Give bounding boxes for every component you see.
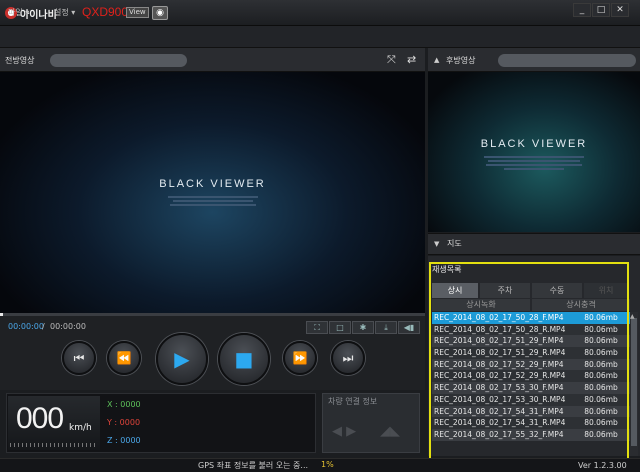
turn-signal-icon: ◀ ▶ bbox=[332, 424, 357, 439]
view-badge: View bbox=[126, 7, 149, 18]
time-separator: / bbox=[42, 322, 45, 331]
map-label: 지도 bbox=[447, 239, 462, 248]
time-total: 00:00:00 bbox=[50, 322, 86, 331]
expand-icon[interactable]: ⤧ bbox=[387, 53, 396, 67]
camera-icon[interactable]: ◉ bbox=[152, 6, 168, 20]
rear-video-view[interactable]: BLACK VIEWER bbox=[428, 72, 640, 232]
speed-unit: km/h bbox=[69, 423, 92, 433]
front-filename-field bbox=[50, 54, 187, 67]
play-icon[interactable]: ▶ bbox=[156, 333, 208, 385]
rear-filename-field bbox=[498, 54, 636, 67]
playlist-highlight-frame bbox=[429, 262, 629, 461]
speed-scale bbox=[10, 443, 98, 447]
status-percent: 1% bbox=[321, 460, 334, 469]
capture-icon[interactable]: ⛶ bbox=[306, 321, 328, 334]
front-video-title: BLACK VIEWER bbox=[159, 178, 266, 190]
front-video-label: 전방영상 bbox=[5, 56, 35, 65]
scroll-up-icon[interactable]: ▲ bbox=[630, 313, 635, 320]
vehicle-info-label: 차량 연결 정보 bbox=[328, 397, 378, 406]
collapse-up-icon[interactable]: ▲ bbox=[434, 56, 439, 64]
swap-icon[interactable]: ⇄ bbox=[407, 53, 416, 66]
status-text: GPS 좌표 정보를 불러 오는 중... bbox=[198, 461, 309, 470]
close-button[interactable]: ✕ bbox=[611, 3, 629, 17]
menu-file[interactable]: 파일 ▾ bbox=[8, 7, 29, 18]
minimize-button[interactable]: _ bbox=[573, 3, 591, 17]
rear-video-title: BLACK VIEWER bbox=[480, 138, 588, 150]
skip-forward-icon[interactable]: ⏭ bbox=[331, 341, 365, 375]
rear-video-label: 후방영상 bbox=[446, 56, 476, 65]
time-current: 00:00:00 bbox=[8, 322, 44, 331]
front-video-caption bbox=[0, 194, 425, 208]
volume-icon[interactable]: ◀▮ bbox=[398, 321, 420, 334]
seek-bar-fill bbox=[0, 313, 3, 316]
front-video-view[interactable]: BLACK VIEWER bbox=[0, 72, 425, 314]
menu-settings[interactable]: 설정 ▾ bbox=[54, 7, 75, 18]
wiper-icon: ◢◣ bbox=[380, 424, 400, 439]
fullscreen-icon[interactable]: □ bbox=[329, 321, 351, 334]
skip-back-icon[interactable]: ⏮ bbox=[62, 341, 96, 375]
rear-video-caption bbox=[428, 154, 640, 172]
version-label: Ver 1.2.3.00 bbox=[578, 461, 627, 470]
download-icon[interactable]: ⤓ bbox=[375, 321, 397, 334]
fast-forward-icon[interactable]: ⏩ bbox=[283, 341, 317, 375]
stop-icon[interactable]: ■ bbox=[218, 333, 270, 385]
maximize-button[interactable]: □ bbox=[592, 3, 610, 17]
model-name: QXD900 bbox=[82, 5, 129, 19]
menu-bar bbox=[0, 26, 640, 48]
settings-icon[interactable]: ✱ bbox=[352, 321, 374, 334]
speed-value: 000 bbox=[16, 402, 64, 435]
rewind-icon[interactable]: ⏪ bbox=[107, 341, 141, 375]
playlist-scroll-thumb[interactable] bbox=[631, 318, 637, 446]
status-bar bbox=[0, 458, 640, 472]
collapse-down-icon[interactable]: ▼ bbox=[434, 240, 439, 248]
z-axis-value: Z : 0000 bbox=[107, 436, 141, 445]
y-axis-value: Y : 0000 bbox=[107, 418, 141, 427]
seek-bar[interactable] bbox=[0, 313, 425, 316]
x-axis-value: X : 0000 bbox=[107, 400, 141, 409]
